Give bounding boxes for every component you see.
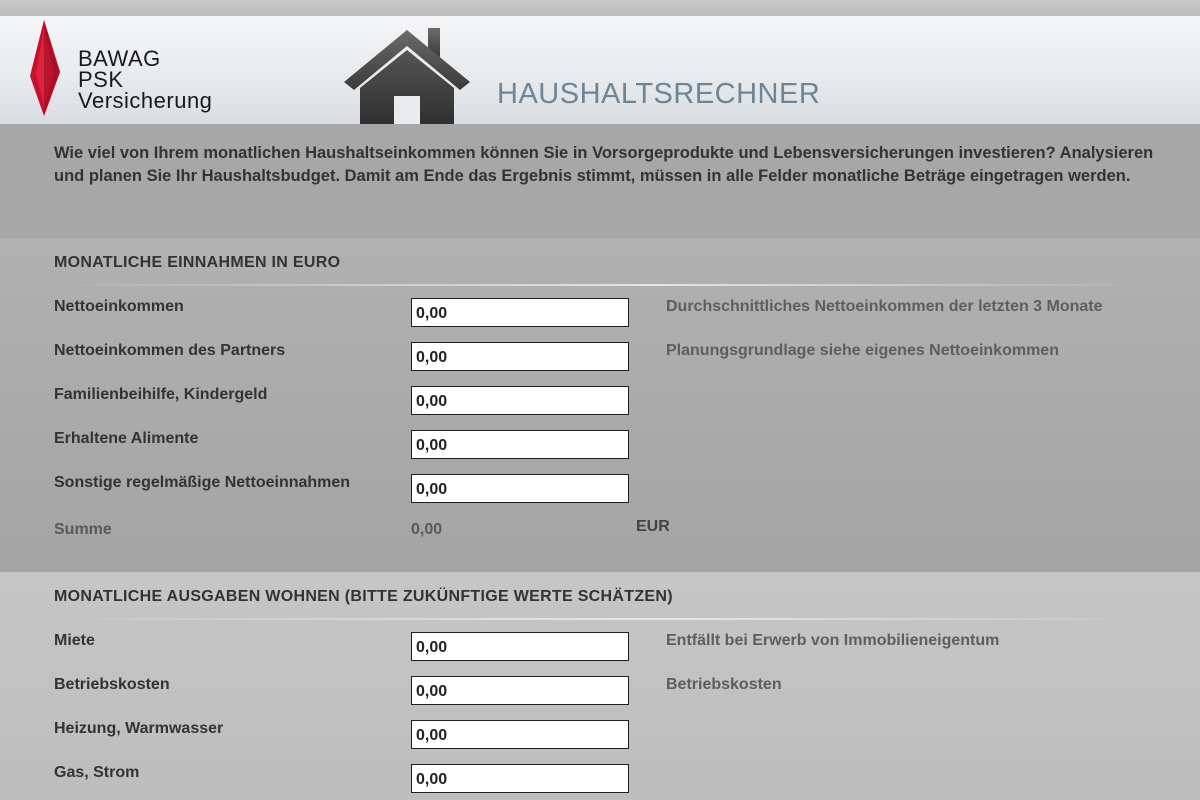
income-row-other: Sonstige regelmäßige Nettoeinnahmen: [0, 474, 1200, 504]
expense-input-gas[interactable]: [411, 764, 629, 793]
income-section-title: MONATLICHE EINNAHMEN IN EURO: [54, 254, 341, 271]
expenses-divider: [54, 618, 1144, 620]
app-title: HAUSHALTSRECHNER: [497, 78, 821, 110]
income-input-net[interactable]: [411, 298, 629, 327]
expense-input-operating[interactable]: [411, 676, 629, 705]
top-strip: [0, 0, 1200, 16]
income-label-alimony: Erhaltene Alimente: [54, 430, 199, 447]
intro-text: Wie viel von Ihrem monatlichen Haushalts…: [54, 144, 1154, 185]
income-sum-value: 0,00: [411, 521, 443, 538]
income-input-family[interactable]: [411, 386, 629, 415]
income-label-net: Nettoeinkommen: [54, 298, 184, 315]
expense-label-operating: Betriebskosten: [54, 676, 170, 693]
income-row-net: Nettoeinkommen Durchschnittliches Nettoe…: [0, 298, 1200, 328]
page: BAWAG PSK Versicherung HAUSHALTSRECHNER …: [0, 0, 1200, 800]
income-input-other[interactable]: [411, 474, 629, 503]
brand-logo[interactable]: BAWAG PSK Versicherung: [30, 20, 290, 120]
expense-row-rent: Miete Entfällt bei Erwerb von Immobilien…: [0, 632, 1200, 662]
expense-row-operating: Betriebskosten Betriebskosten: [0, 676, 1200, 706]
expense-label-gas: Gas, Strom: [54, 764, 140, 781]
logo-line-1: BAWAG: [78, 46, 161, 71]
logo-line-3: Versicherung: [78, 88, 213, 113]
housing-expenses-section: MONATLICHE AUSGABEN WOHNEN (BITTE ZUKÜNF…: [0, 572, 1200, 800]
expense-hint-operating: Betriebskosten: [666, 676, 782, 693]
income-hint-partner: Planungsgrundlage siehe eigenes Nettoein…: [666, 342, 1059, 359]
expense-hint-rent: Entfällt bei Erwerb von Immobilieneigent…: [666, 632, 1000, 649]
income-divider: [54, 284, 1144, 286]
income-label-partner: Nettoeinkommen des Partners: [54, 342, 286, 359]
bawag-diamond-logo-icon: [30, 20, 60, 116]
expense-label-heating: Heizung, Warmwasser: [54, 720, 224, 737]
income-label-family: Familienbeihilfe, Kindergeld: [54, 386, 268, 403]
expense-input-rent[interactable]: [411, 632, 629, 661]
income-row-alimony: Erhaltene Alimente: [0, 430, 1200, 460]
income-row-partner: Nettoeinkommen des Partners Planungsgrun…: [0, 342, 1200, 372]
expense-row-gas: Gas, Strom: [0, 764, 1200, 794]
income-section: MONATLICHE EINNAHMEN IN EURO Nettoeinkom…: [0, 238, 1200, 572]
expenses-section-title: MONATLICHE AUSGABEN WOHNEN (BITTE ZUKÜNF…: [54, 588, 673, 605]
header: BAWAG PSK Versicherung HAUSHALTSRECHNER: [0, 16, 1200, 124]
logo-line-2: PSK: [78, 67, 124, 92]
income-sum-label: Summe: [54, 521, 112, 538]
expense-input-heating[interactable]: [411, 720, 629, 749]
logo-text: BAWAG PSK Versicherung: [78, 46, 213, 113]
income-input-partner[interactable]: [411, 342, 629, 371]
intro-panel: Wie viel von Ihrem monatlichen Haushalts…: [0, 124, 1200, 238]
income-label-other: Sonstige regelmäßige Nettoeinnahmen: [54, 474, 351, 491]
income-hint-net: Durchschnittliches Nettoeinkommen der le…: [666, 298, 1103, 315]
income-input-alimony[interactable]: [411, 430, 629, 459]
expense-row-heating: Heizung, Warmwasser: [0, 720, 1200, 750]
expense-label-rent: Miete: [54, 632, 95, 649]
income-sum-unit: EUR: [636, 518, 670, 535]
income-row-family: Familienbeihilfe, Kindergeld: [0, 386, 1200, 416]
house-icon: [344, 28, 470, 124]
